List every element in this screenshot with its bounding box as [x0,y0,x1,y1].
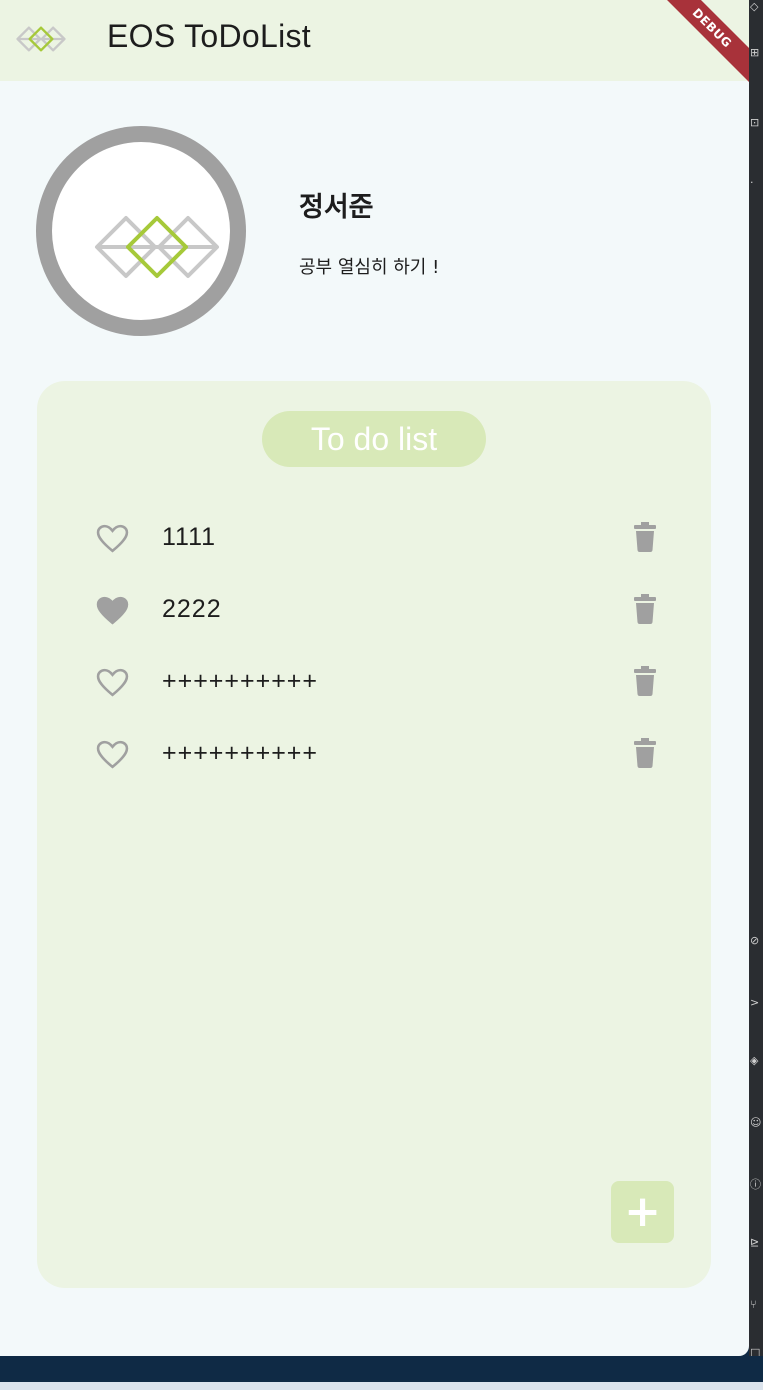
eos-logo-icon [16,26,66,52]
side-glyph-icon[interactable]: ◈ [750,1054,762,1068]
todo-title: To do list [262,411,486,467]
app-title: EOS ToDoList [107,18,311,54]
todo-item-text: ++++++++++ [162,667,318,695]
app-bar: EOS ToDoList DEBUG [0,0,749,90]
heart-outline-icon[interactable] [96,668,129,697]
todo-item: ++++++++++ [37,662,711,702]
side-glyph-icon[interactable]: ◇ [750,0,762,14]
side-glyph-icon[interactable]: ⑂ [750,1298,762,1312]
eos-logo-icon [95,216,219,278]
todo-item-text: 1111 [162,523,217,551]
heart-filled-icon[interactable] [96,596,129,625]
desktop-bottom-edge [0,1382,763,1390]
trash-icon[interactable] [634,594,656,624]
avatar [36,126,246,336]
app-window: EOS ToDoList DEBUG 정서준 공부 열심히 하기 ! To do… [0,0,749,1356]
heart-outline-icon[interactable] [96,524,129,553]
desktop-taskbar [0,1356,763,1382]
side-glyph-icon[interactable]: ⊵ [750,1236,762,1250]
trash-icon[interactable] [634,522,656,552]
trash-icon[interactable] [634,738,656,768]
todo-item: 2222 [37,590,711,630]
side-glyph-icon[interactable]: ⊞ [750,46,762,60]
debug-banner: DEBUG [650,0,749,90]
side-glyph-icon[interactable]: ⊡ [750,116,762,130]
avatar-inner [52,142,230,320]
heart-outline-icon[interactable] [96,740,129,769]
profile-name: 정서준 [299,192,374,223]
side-glyph-icon[interactable]: ⓘ [750,1178,762,1192]
side-glyph-icon[interactable]: · [750,176,762,190]
todo-item: ++++++++++ [37,734,711,774]
trash-icon[interactable] [634,666,656,696]
add-todo-button[interactable]: + [611,1181,674,1243]
todo-card: To do list 1111 2222 ++++++++++ ++++++++… [37,381,711,1288]
todo-item: 1111 [37,518,711,558]
desktop-side-strip: ◇ ⊞ ⊡ · ⊘ > ◈ ☺ ⓘ ⊵ ⑂ □ [749,0,763,1359]
plus-icon: + [624,1186,661,1237]
side-glyph-icon[interactable]: > [750,996,762,1010]
side-glyph-icon[interactable]: ☺ [750,1116,762,1130]
todo-item-text: 2222 [162,595,222,623]
profile-status: 공부 열심히 하기 ! [299,257,440,278]
side-glyph-icon[interactable]: ⊘ [750,934,762,948]
todo-item-text: ++++++++++ [162,739,318,767]
